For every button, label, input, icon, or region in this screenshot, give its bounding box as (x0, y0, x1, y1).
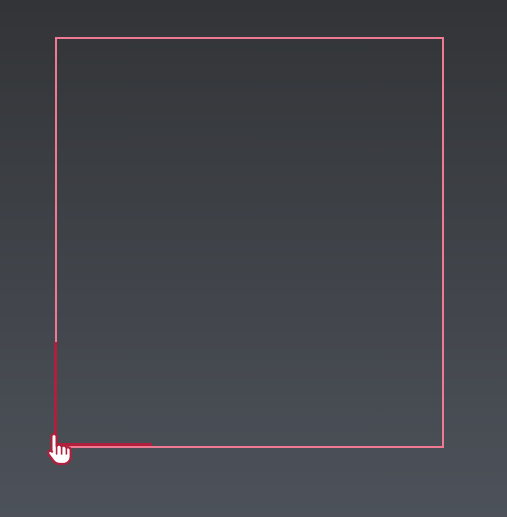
resize-handle-left-edge[interactable] (54, 342, 57, 445)
selection-rectangle[interactable] (55, 37, 444, 448)
resize-handle-bottom-edge[interactable] (56, 443, 152, 446)
canvas-background[interactable] (0, 0, 507, 517)
